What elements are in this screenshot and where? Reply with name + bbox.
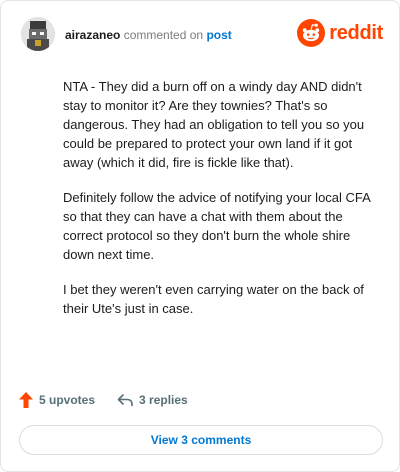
reddit-logo-icon [297, 19, 326, 47]
avatar-icon [21, 17, 55, 51]
post-link[interactable]: post [206, 28, 231, 42]
comment-paragraph: I bet they weren't even carrying water o… [63, 282, 364, 316]
upvote-button[interactable]: 5 upvotes [19, 392, 95, 408]
comment-embed-card: airazaneo commented on post reddit NTA -… [0, 0, 400, 472]
comment-header: airazaneo commented on post reddit [21, 17, 383, 53]
reply-count: 3 replies [139, 393, 188, 407]
upvote-count: 5 upvotes [39, 393, 96, 407]
reddit-brand[interactable]: reddit [297, 19, 383, 47]
reddit-wordmark: reddit [329, 21, 383, 44]
comment-paragraph: Definitely follow the advice of notifyin… [63, 190, 371, 262]
comment-body: NTA - They did a burn off on a windy day… [63, 77, 381, 334]
reply-arrow-icon [117, 394, 133, 407]
replies-button[interactable]: 3 replies [117, 393, 188, 407]
action-text: commented on [123, 28, 204, 42]
view-comments-button[interactable]: View 3 comments [19, 425, 383, 455]
comment-paragraph: NTA - They did a burn off on a windy day… [63, 79, 365, 170]
upvote-arrow-icon [19, 392, 33, 408]
comment-meta: airazaneo commented on post [65, 27, 232, 43]
avatar[interactable] [21, 17, 55, 51]
username-link[interactable]: airazaneo [65, 28, 120, 42]
comment-actions: 5 upvotes 3 replies [19, 389, 188, 411]
